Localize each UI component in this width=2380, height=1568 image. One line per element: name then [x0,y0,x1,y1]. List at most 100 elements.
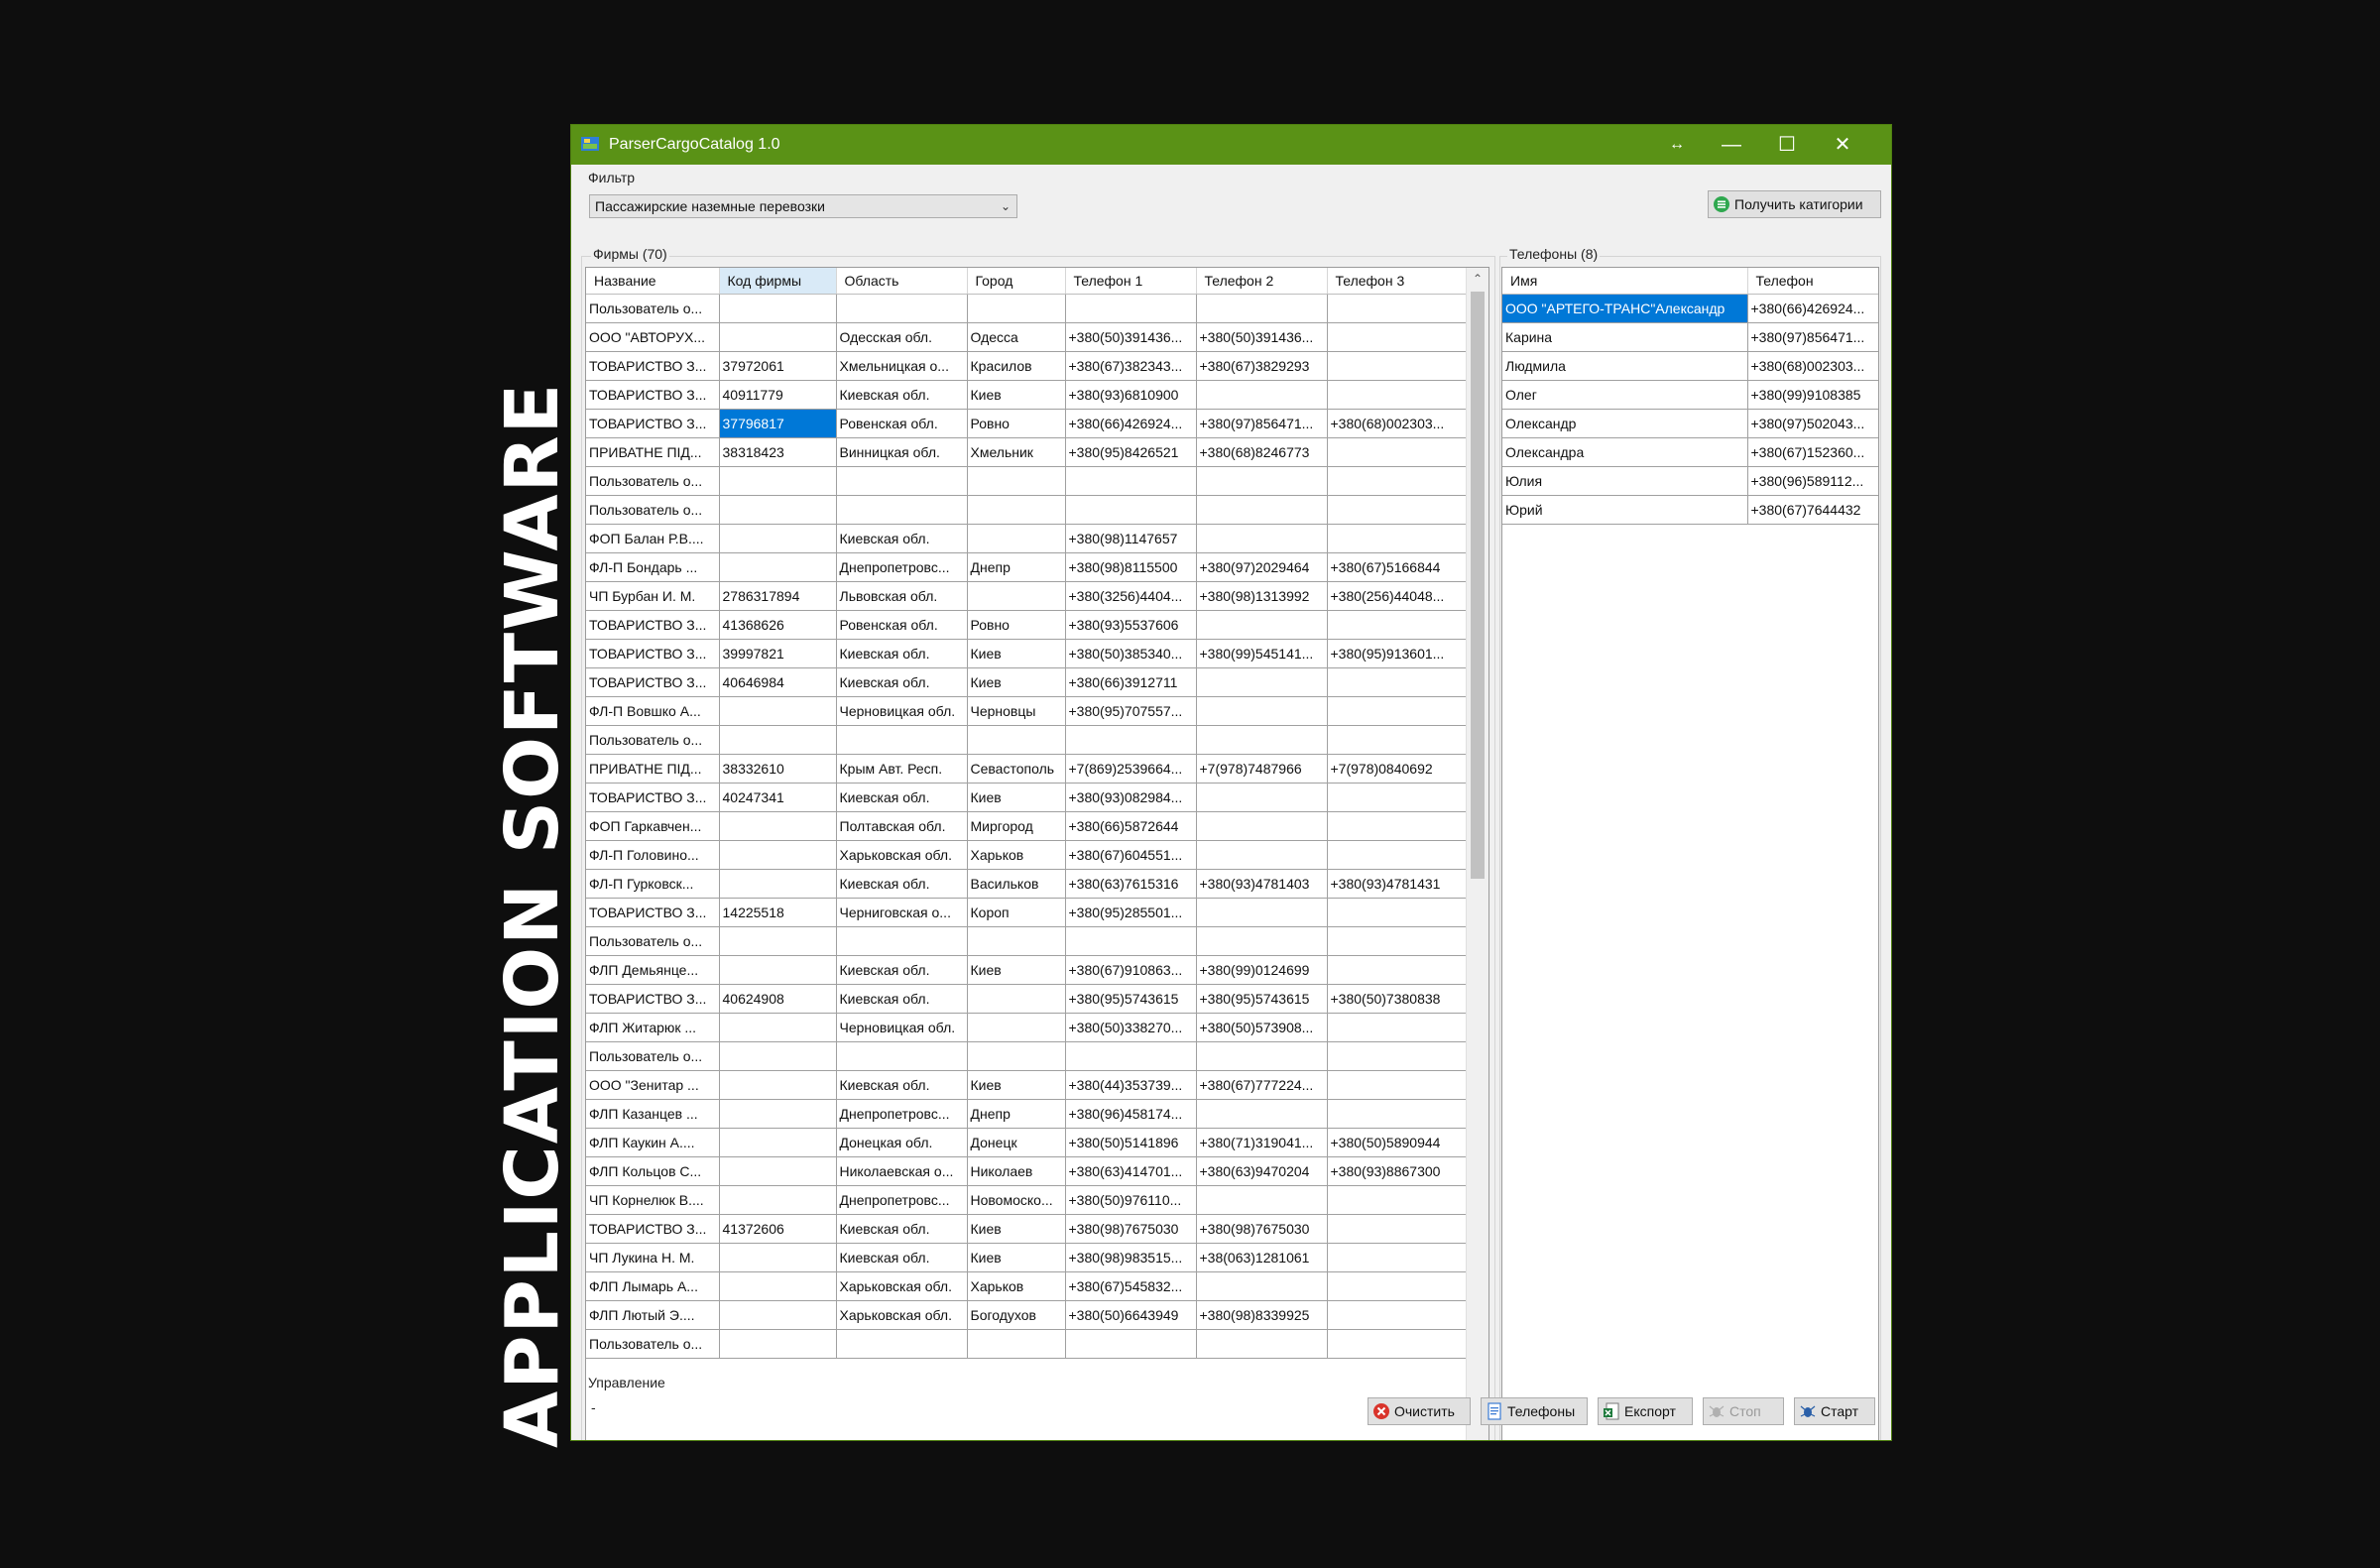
table-cell[interactable]: Харьковская обл. [836,840,968,870]
table-cell[interactable]: Людмила [1502,351,1748,381]
table-cell[interactable]: +380(66)3912711 [1065,667,1197,697]
table-cell[interactable] [836,294,968,323]
table-cell[interactable] [719,725,837,755]
table-cell[interactable] [1065,1041,1197,1071]
table-cell[interactable]: ЧП Лукина Н. М. [586,1243,720,1272]
table-cell[interactable] [1196,926,1328,956]
table-cell[interactable]: +380(50)338270... [1065,1013,1197,1042]
table-cell[interactable]: Харьковская обл. [836,1300,968,1330]
table-cell[interactable]: +380(50)391436... [1065,322,1197,352]
table-cell[interactable]: Днепропетровс... [836,552,968,582]
table-cell[interactable]: Киев [967,783,1066,812]
table-cell[interactable] [1196,610,1328,640]
table-cell[interactable] [1196,294,1328,323]
table-cell[interactable]: ЧП Корнелюк В.... [586,1185,720,1215]
table-cell[interactable] [719,1271,837,1301]
table-row[interactable]: ФЛП Демьянце... Киевская обл. Киев +380(67)… [586,955,1468,985]
table-cell[interactable]: Львовская обл. [836,581,968,611]
table-cell[interactable]: Черновцы [967,696,1066,726]
phones-column-header[interactable]: Телефон [1747,268,1878,295]
table-row[interactable]: ТОВАРИСТВО З... 37796817 Ровенская обл. Ров… [586,409,1468,438]
table-cell[interactable]: +380(66)5872644 [1065,811,1197,841]
table-row[interactable]: ФЛП Лютый Э.... Харьковская обл. Богодухов… [586,1300,1468,1330]
table-cell[interactable] [719,696,837,726]
table-cell[interactable]: ООО "АРТЕГО-ТРАНС"Александр [1502,294,1748,323]
table-cell[interactable]: +380(95)5743615 [1065,984,1197,1014]
table-row[interactable]: Карина +380(97)856471... [1502,322,1878,352]
table-cell[interactable] [719,1099,837,1129]
table-cell[interactable] [1327,1185,1468,1215]
table-row[interactable]: Пользователь о... [586,466,1468,496]
table-cell[interactable]: Харьков [967,1271,1066,1301]
table-cell[interactable]: +380(50)976110... [1065,1185,1197,1215]
table-cell[interactable] [719,524,837,553]
table-cell[interactable]: +380(95)285501... [1065,898,1197,927]
table-cell[interactable]: 38332610 [719,754,837,784]
table-cell[interactable] [967,581,1066,611]
table-cell[interactable] [1327,1041,1468,1071]
table-cell[interactable] [1327,1329,1468,1359]
table-cell[interactable] [1327,667,1468,697]
table-cell[interactable] [719,1243,837,1272]
table-cell[interactable]: ООО "АВТОРУХ... [586,322,720,352]
table-cell[interactable]: +380(68)002303... [1327,409,1468,438]
table-cell[interactable] [1196,898,1328,927]
table-cell[interactable]: ФЛ-П Гурковск... [586,869,720,899]
table-row[interactable]: Юлия +380(96)589112... [1502,466,1878,496]
table-row[interactable]: ЧП Лукина Н. М. Киевская обл. Киев +380(98)… [586,1243,1468,1272]
table-cell[interactable]: +38(063)1281061 [1196,1243,1328,1272]
table-row[interactable]: ТОВАРИСТВО З... 37972061 Хмельницкая о... К… [586,351,1468,381]
table-row[interactable]: ФЛ-П Бондарь ... Днепропетровс... Днепр +38… [586,552,1468,582]
table-row[interactable]: ТОВАРИСТВО З... 40911779 Киевская обл. Киев… [586,380,1468,410]
table-cell[interactable]: ФЛП Лымарь А... [586,1271,720,1301]
table-cell[interactable]: Николаевская о... [836,1156,968,1186]
table-cell[interactable] [719,495,837,525]
table-cell[interactable]: ТОВАРИСТВО З... [586,984,720,1014]
table-cell[interactable]: +380(256)44048... [1327,581,1468,611]
table-cell[interactable]: Пользователь о... [586,466,720,496]
table-cell[interactable] [1327,524,1468,553]
table-cell[interactable]: +380(98)8339925 [1196,1300,1328,1330]
table-cell[interactable] [1196,725,1328,755]
table-cell[interactable]: Донецк [967,1128,1066,1157]
table-cell[interactable] [1327,898,1468,927]
table-cell[interactable]: +380(95)8426521 [1065,437,1197,467]
table-cell[interactable]: 40247341 [719,783,837,812]
table-cell[interactable]: Пользователь о... [586,926,720,956]
table-row[interactable]: ФЛП Житарюк ... Черновицкая обл. +380(50)3… [586,1013,1468,1042]
table-cell[interactable]: 41372606 [719,1214,837,1244]
table-cell[interactable]: +380(66)426924... [1065,409,1197,438]
table-cell[interactable] [719,1185,837,1215]
table-cell[interactable]: ФЛП Демьянце... [586,955,720,985]
firms-column-header[interactable]: Телефон 3 [1327,268,1468,295]
table-cell[interactable] [836,926,968,956]
table-cell[interactable]: +380(96)458174... [1065,1099,1197,1129]
table-cell[interactable]: Киев [967,955,1066,985]
table-cell[interactable]: Винницкая обл. [836,437,968,467]
table-cell[interactable]: Киевская обл. [836,869,968,899]
table-cell[interactable] [1327,725,1468,755]
table-cell[interactable] [719,322,837,352]
table-cell[interactable]: 40624908 [719,984,837,1014]
title-bar[interactable]: ParserCargoCatalog 1.0 ↔ — ☐ ✕ [571,125,1891,165]
table-cell[interactable] [1065,1329,1197,1359]
table-row[interactable]: ООО "Зенитар ... Киевская обл. Киев +380(44… [586,1070,1468,1100]
table-row[interactable]: Олег +380(99)9108385 [1502,380,1878,410]
table-cell[interactable]: Хмельницкая о... [836,351,968,381]
table-cell[interactable] [967,725,1066,755]
table-cell[interactable] [1327,294,1468,323]
table-cell[interactable] [1196,1329,1328,1359]
table-row[interactable]: ПРИВАТНЕ ПІД... 38318423 Винницкая обл. Хме… [586,437,1468,467]
table-cell[interactable]: 39997821 [719,639,837,668]
table-cell[interactable] [1327,351,1468,381]
table-cell[interactable] [1196,696,1328,726]
table-row[interactable]: Людмила +380(68)002303... [1502,351,1878,381]
table-cell[interactable]: +380(50)7380838 [1327,984,1468,1014]
table-row[interactable]: ФОП Гаркавчен... Полтавская обл. Миргород +… [586,811,1468,841]
table-cell[interactable]: Донецкая обл. [836,1128,968,1157]
table-row[interactable]: ООО "АВТОРУХ... Одесская обл. Одесса +380(5… [586,322,1468,352]
table-cell[interactable]: +380(67)777224... [1196,1070,1328,1100]
table-cell[interactable]: ФЛ-П Бондарь ... [586,552,720,582]
phones-column-header[interactable]: Имя [1502,268,1748,295]
table-cell[interactable]: ПРИВАТНЕ ПІД... [586,754,720,784]
